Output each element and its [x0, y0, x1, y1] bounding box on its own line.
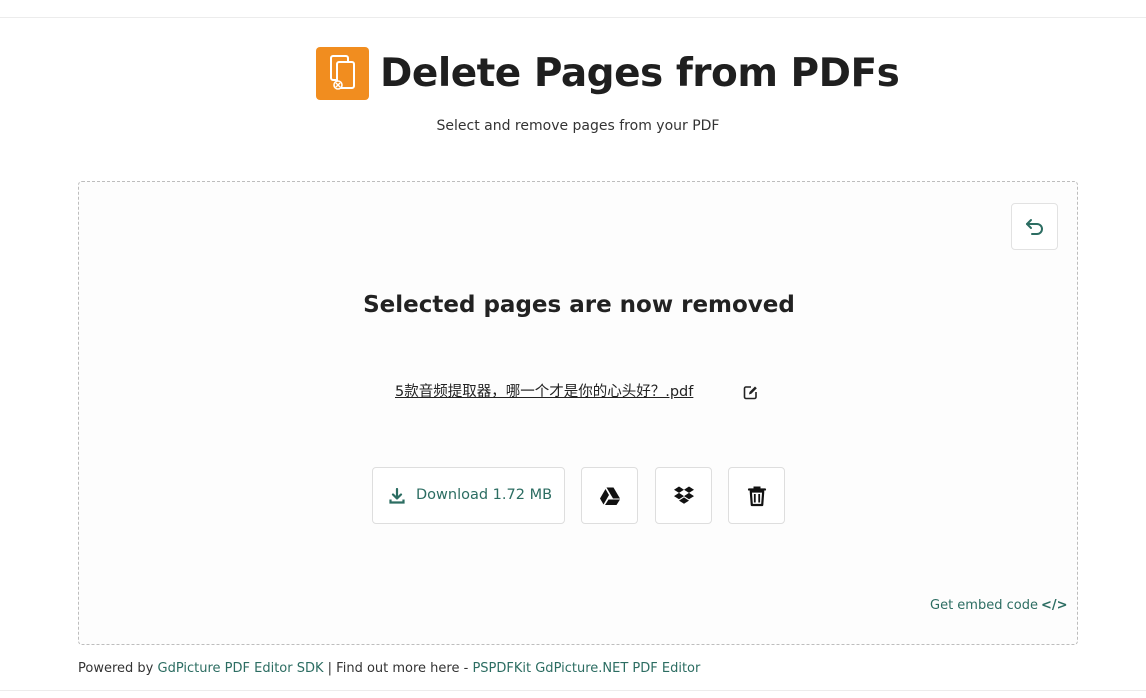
page-header: Delete Pages from PDFs: [0, 44, 1146, 104]
trash-icon: [747, 486, 767, 507]
save-to-google-drive-button[interactable]: [581, 467, 638, 524]
google-drive-icon: [600, 487, 620, 505]
download-label: Download 1.72 MB: [416, 487, 553, 503]
gdpicture-sdk-link[interactable]: GdPicture PDF Editor SDK: [158, 661, 324, 676]
get-embed-code-link[interactable]: Get embed code </>: [930, 596, 1068, 616]
delete-file-button[interactable]: [728, 467, 785, 524]
status-heading: Selected pages are now removed: [363, 292, 795, 318]
result-panel: Selected pages are now removed 5款音频提取器，哪…: [78, 181, 1078, 645]
download-icon: [389, 488, 405, 504]
action-bar: Download 1.72 MB: [79, 467, 1079, 524]
page-title: Delete Pages from PDFs: [380, 51, 900, 96]
undo-button[interactable]: [1011, 203, 1058, 250]
footer: Powered by GdPicture PDF Editor SDK | Fi…: [78, 659, 700, 679]
footer-separator: | Find out more here -: [327, 661, 469, 676]
dropbox-icon: [674, 486, 694, 504]
code-icon: </>: [1040, 598, 1068, 613]
bottom-divider: [0, 690, 1146, 691]
embed-code-label: Get embed code: [930, 598, 1038, 613]
undo-icon: [1026, 219, 1043, 235]
file-row: 5款音频提取器，哪一个才是你的心头好？.pdf: [79, 380, 1079, 404]
download-button[interactable]: Download 1.72 MB: [372, 467, 565, 524]
footer-prefix: Powered by: [78, 661, 154, 676]
pdf-pages-icon: [316, 47, 369, 100]
edit-icon[interactable]: [743, 385, 758, 400]
save-to-dropbox-button[interactable]: [655, 467, 712, 524]
pspdfkit-link[interactable]: PSPDFKit GdPicture.NET PDF Editor: [472, 661, 700, 676]
file-name-link[interactable]: 5款音频提取器，哪一个才是你的心头好？.pdf: [395, 380, 693, 404]
top-divider: [0, 17, 1146, 18]
page-subtitle: Select and remove pages from your PDF: [436, 118, 720, 134]
